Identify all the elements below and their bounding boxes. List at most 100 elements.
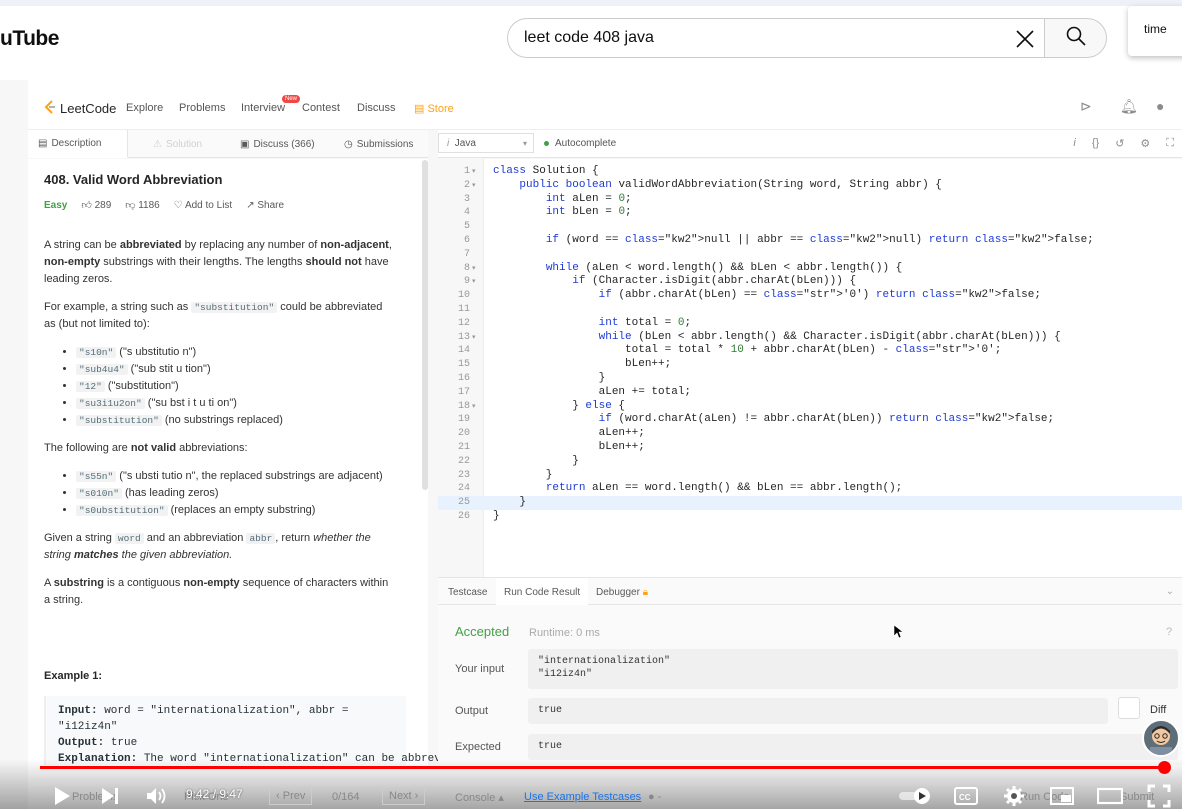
fold-arrow-icon[interactable]: ▾ [470, 166, 484, 180]
fold-arrow-icon[interactable]: ▾ [470, 401, 484, 415]
code-line: 17 aLen += total; [438, 386, 1182, 400]
leetcode-logo[interactable]: LeetCode [44, 100, 116, 117]
next-video-icon[interactable] [100, 786, 120, 806]
like-button[interactable]: 👍︎ 289 [81, 199, 111, 211]
code-line: 22 } [438, 455, 1182, 469]
language-select[interactable]: i Java ▾ [438, 133, 534, 153]
help-circle-icon[interactable]: ● - [648, 791, 661, 803]
line-number: 21 [457, 441, 470, 453]
nav-explore[interactable]: Explore [126, 102, 163, 114]
tab-solution-label: Solution [165, 138, 203, 150]
use-example-link[interactable]: Use Example Testcases [524, 791, 641, 803]
tab-discuss[interactable]: ▣ Discuss (366) [230, 130, 325, 158]
problem-description-panel: 408. Valid Word Abbreviation Easy 👍︎ 289… [28, 159, 725, 809]
code-line: 21 bLen++; [438, 441, 1182, 455]
dislikes-count: 1186 [138, 200, 160, 211]
nav-interview[interactable]: Interview [241, 102, 285, 114]
paragraph-intro: A string can be abbreviated by replacing… [44, 239, 392, 285]
code-text: } [493, 454, 579, 467]
editor-icons: i {} ↺ ⚙ ⛶ [1073, 137, 1174, 150]
notification-icon[interactable]: 🔔︎ [1120, 98, 1138, 115]
settings-gear-icon[interactable] [1003, 785, 1025, 807]
nav-store-label: Store [427, 103, 454, 115]
settings-icon[interactable]: ⚙ [1140, 137, 1150, 150]
code-line: 26} [438, 510, 1182, 524]
tab-testcase[interactable]: Testcase [440, 578, 495, 606]
fold-arrow-icon[interactable]: ▾ [470, 263, 484, 277]
console-button[interactable]: Console ▴ [455, 791, 504, 804]
dislike-button[interactable]: 👎︎ 1186 [125, 199, 159, 211]
description-scrollbar[interactable] [422, 160, 428, 490]
info-icon[interactable]: i [1073, 137, 1075, 150]
code-text: total = total * 10 + abbr.charAt(bLen) -… [493, 344, 1002, 357]
share-button[interactable]: ↗ Share [246, 200, 284, 211]
fold-arrow-icon[interactable]: ▾ [470, 276, 484, 290]
video-player[interactable]: LeetCode Explore Problems Interview New … [0, 80, 1182, 809]
theater-mode-icon[interactable] [1097, 786, 1123, 806]
nav-store[interactable]: ▤ Store [414, 102, 454, 115]
tab-submissions-label: Submissions [356, 138, 414, 150]
line-number: 8 [463, 262, 470, 274]
leetcode-logo-text: LeetCode [60, 101, 117, 116]
tooltip: time [1128, 6, 1182, 56]
channel-avatar[interactable] [1142, 719, 1180, 757]
result-status: Accepted [455, 624, 510, 639]
list-item: "su3i1u2on" ("su bst i t u ti on") [76, 395, 394, 412]
line-number: 17 [457, 386, 470, 398]
code-line: 18 ▾ } else { [438, 400, 1182, 414]
leetcode-navbar: LeetCode Explore Problems Interview New … [28, 80, 1182, 130]
search-button[interactable] [1044, 18, 1107, 58]
list-item: "substitution" (no substrings replaced) [76, 412, 394, 429]
code-text: int bLen = 0; [545, 206, 632, 219]
braces-icon[interactable]: {} [1092, 137, 1099, 150]
code-line: 16 } [438, 372, 1182, 386]
collapse-icon[interactable]: ⌄ [1166, 586, 1174, 597]
prev-button[interactable]: ‹ Prev [269, 787, 313, 805]
tab-run-code-result[interactable]: Run Code Result [496, 578, 589, 606]
next-button[interactable]: Next › [382, 787, 426, 805]
code-text: int total = 0; [598, 316, 692, 329]
list-item: "s0ubstitution" (replaces an empty subst… [76, 502, 394, 519]
fold-arrow-icon[interactable]: ▾ [470, 332, 484, 346]
code-lines: 1 ▾ class Solution {2 ▾ public boolean vali… [438, 165, 1182, 524]
prev-label: Prev [282, 790, 306, 802]
help-icon[interactable]: ? [1166, 626, 1172, 638]
code-editor[interactable]: 1 ▾ class Solution {2 ▾ public boolean vali… [438, 159, 1182, 577]
playground-icon[interactable]: ⊳ [1080, 98, 1092, 115]
nav-problems[interactable]: Problems [179, 102, 225, 114]
code-text: } [493, 496, 527, 509]
nav-discuss[interactable]: Discuss [357, 102, 396, 114]
autocomplete-toggle[interactable]: Autocomplete [544, 138, 616, 149]
code-line: 5 [438, 220, 1182, 234]
fullscreen-icon[interactable] [1147, 784, 1171, 808]
tab-submissions[interactable]: ◷ Submissions [334, 130, 423, 158]
add-to-list-button[interactable]: ♡ Add to List [174, 200, 232, 211]
tab-description[interactable]: ▤ Description [28, 130, 128, 158]
diff-toggle[interactable] [1118, 697, 1140, 719]
fold-arrow-icon[interactable]: ▾ [470, 180, 484, 194]
search-input[interactable]: leet code 408 java [507, 18, 1044, 58]
autoplay-toggle-icon[interactable] [898, 787, 934, 805]
nav-contest[interactable]: Contest [302, 102, 340, 114]
line-number: 18 [457, 400, 470, 412]
progress-knob[interactable] [1157, 761, 1171, 774]
expected-box: true [528, 734, 1178, 760]
youtube-logo[interactable]: uTube [0, 27, 59, 51]
runtime: Runtime: 0 ms [529, 627, 600, 639]
chevron-right-icon: › [411, 790, 419, 802]
run-code-result: Accepted Runtime: 0 ms ? Your input "int… [438, 605, 1182, 765]
reset-icon[interactable]: ↺ [1115, 137, 1124, 150]
paragraph-invalid-intro: The following are not valid abbreviation… [44, 442, 248, 454]
captions-icon[interactable]: CC [954, 786, 978, 806]
code-text: class Solution { [493, 165, 599, 177]
line-number: 2 [463, 179, 470, 191]
fullscreen-icon[interactable]: ⛶ [1166, 137, 1174, 150]
tab-solution[interactable]: ⚠ Solution [143, 130, 212, 158]
clear-search-icon[interactable] [1012, 26, 1038, 52]
share-icon: ↗ [246, 199, 258, 211]
profile-icon[interactable]: ● [1156, 98, 1164, 114]
tab-debugger[interactable]: Debugger 🔒︎ [588, 578, 656, 606]
miniplayer-icon[interactable] [1050, 786, 1074, 806]
play-icon[interactable] [52, 786, 72, 806]
volume-icon[interactable] [146, 786, 168, 806]
